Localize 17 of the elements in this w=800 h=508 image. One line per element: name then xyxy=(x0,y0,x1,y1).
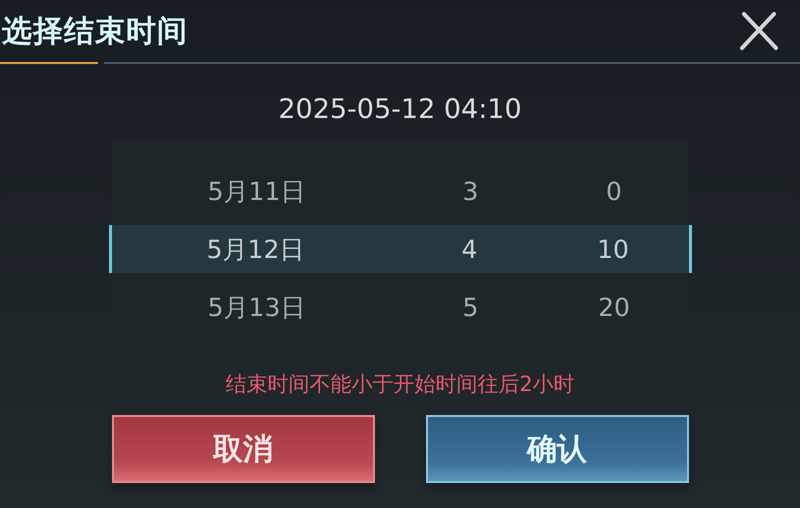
selected-datetime: 2025-05-12 04:10 xyxy=(277,93,523,127)
picker-row[interactable]: 5月12日 4 10 xyxy=(108,225,692,273)
picker-row[interactable]: 5月13日 5 20 xyxy=(112,283,688,331)
date-option: 5月13日 xyxy=(208,290,306,324)
minute-option: 0 xyxy=(606,176,622,206)
error-message: 结束时间不能小于开始时间往后2小时 xyxy=(224,371,576,398)
date-option: 5月11日 xyxy=(208,174,306,208)
picker-row[interactable]: 5月11日 3 0 xyxy=(112,167,688,215)
hour-option: 3 xyxy=(462,176,478,206)
hour-option: 4 xyxy=(462,234,478,264)
hour-option: 5 xyxy=(462,292,478,322)
date-option: 5月12日 xyxy=(206,232,304,266)
minute-option: 10 xyxy=(597,234,629,264)
cancel-button[interactable]: 取消 xyxy=(112,415,374,483)
confirm-button[interactable]: 确认 xyxy=(426,415,688,483)
dialog-title: 选择结束时间 xyxy=(2,12,188,50)
minute-option: 20 xyxy=(598,292,630,322)
